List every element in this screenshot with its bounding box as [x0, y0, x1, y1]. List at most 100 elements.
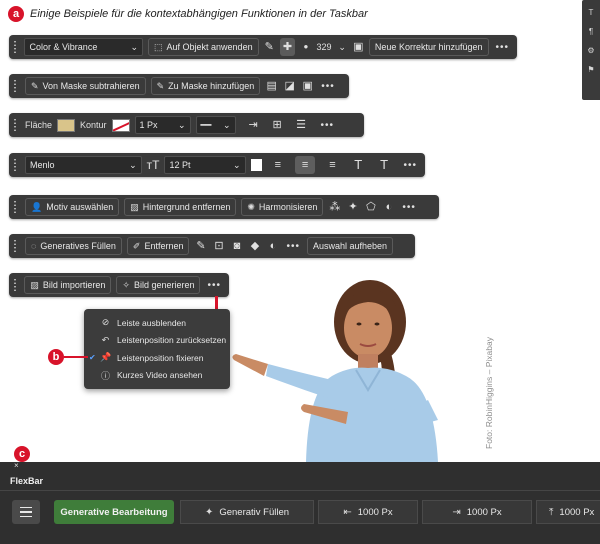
expand-right-button[interactable]: ⇥ 1000 Px — [422, 500, 532, 524]
menu-item-hide-bar[interactable]: ⊘ Leiste ausblenden — [84, 314, 230, 332]
more-options-icon[interactable]: ••• — [284, 241, 302, 252]
expand-left-value: 1000 Px — [357, 506, 393, 518]
more-options-icon[interactable]: ••• — [319, 81, 337, 92]
arrow-right-bracket-icon: ⇥ — [452, 506, 461, 518]
more-options-icon[interactable]: ••• — [205, 280, 223, 291]
stroke-width-value: 1 Px — [139, 120, 158, 130]
expand-top-button[interactable]: ⤒ 1000 Px — [536, 500, 600, 524]
adjustment-icon[interactable]: ◐ — [266, 237, 279, 255]
stroke-color-swatch[interactable] — [111, 118, 130, 132]
generative-fill-button[interactable]: ✦ Generativ Füllen — [180, 500, 314, 524]
deselect-button[interactable]: Auswahl aufheben — [307, 237, 394, 255]
new-correction-button[interactable]: Neue Korrektur hinzufügen — [368, 38, 489, 56]
adjustment-dropdown[interactable]: Color & Vibrance ⌄ — [24, 38, 143, 56]
stroke-style-dropdown[interactable]: ━━ ⌄ — [195, 116, 236, 134]
drag-handle[interactable] — [13, 200, 17, 214]
generative-fill-icon: ◌ — [31, 241, 37, 251]
menu-item-label: Kurzes Video ansehen — [117, 370, 203, 381]
more-options-icon[interactable]: ••• — [402, 160, 420, 171]
adjustment-icon[interactable]: ◐ — [382, 198, 395, 216]
brush-icon[interactable]: ✎ — [264, 38, 275, 56]
sparkle-icon[interactable]: ✦ — [346, 198, 359, 216]
add-shape-icon[interactable]: ⊞ — [271, 116, 284, 134]
eraser-icon: ✐ — [132, 240, 141, 251]
close-icon[interactable]: × — [14, 461, 19, 470]
drag-handle[interactable] — [13, 158, 17, 172]
brush-icon[interactable]: ✎ — [194, 237, 207, 255]
select-subject-button[interactable]: 👤 Motiv auswählen — [25, 198, 120, 216]
invert-mask-icon[interactable]: ◪ — [283, 77, 296, 95]
settings-icon[interactable]: ⚙ — [587, 46, 594, 55]
flexbar-row: Generative Bearbeitung ✦ Generativ Fülle… — [12, 500, 600, 524]
paragraph-icon[interactable]: ¶ — [589, 27, 593, 36]
new-correction-label: Neue Korrektur hinzufügen — [374, 42, 483, 52]
import-image-label: Bild importieren — [42, 280, 106, 290]
expand-icon[interactable]: ⊡ — [212, 237, 225, 255]
align-icon[interactable]: ⇥ — [247, 116, 260, 134]
hamburger-menu-button[interactable] — [12, 500, 40, 524]
mask-options-icon[interactable]: ▣ — [301, 77, 314, 95]
menu-item-watch-video[interactable]: ⓘ Kurzes Video ansehen — [84, 367, 230, 385]
align-right-icon[interactable]: ≡ — [326, 156, 339, 174]
drag-handle[interactable] — [13, 40, 17, 54]
mask-icon[interactable]: ◙ — [230, 237, 243, 255]
import-image-icon: ▨ — [30, 279, 39, 290]
text-options-icon[interactable]: T — [378, 156, 391, 174]
image-icon: ▨ — [130, 201, 139, 212]
text-warp-icon[interactable]: T — [352, 156, 365, 174]
people-icon[interactable]: ⁂ — [328, 198, 341, 216]
chevron-down-icon[interactable]: ⌄ — [337, 38, 348, 56]
apply-to-object-button[interactable]: ⬚ Auf Objekt anwenden — [148, 38, 259, 56]
align-left-icon[interactable]: ≡ — [271, 156, 284, 174]
shape-settings-icon[interactable]: ☰ — [295, 116, 308, 134]
remove-background-button[interactable]: ▨ Hintergrund entfernen — [124, 198, 237, 216]
deselect-label: Auswahl aufheben — [313, 241, 388, 251]
reset-icon: ↶ — [101, 334, 110, 345]
arrow-left-bracket-icon: ⇤ — [343, 506, 352, 518]
drag-handle[interactable] — [13, 118, 17, 132]
add-to-mask-button[interactable]: ✎ Zu Maske hinzufügen — [150, 77, 261, 95]
transform-icon[interactable]: ⬠ — [364, 198, 377, 216]
drag-handle[interactable] — [13, 278, 17, 292]
generative-edit-button[interactable]: Generative Bearbeitung — [54, 500, 174, 524]
stroke-width-dropdown[interactable]: 1 Px ⌄ — [134, 116, 191, 134]
generative-fill-button[interactable]: ◌ Generatives Füllen — [25, 237, 122, 255]
font-size-dropdown[interactable]: 12 Pt ⌄ — [164, 156, 246, 174]
text-color-swatch[interactable] — [250, 159, 263, 171]
brush-dot-icon[interactable]: ● — [300, 38, 311, 56]
apply-to-object-label: Auf Objekt anwenden — [166, 42, 253, 52]
checkmark-icon: ✔ — [89, 353, 96, 363]
remove-button[interactable]: ✐ Entfernen — [126, 237, 190, 255]
brush-plus-icon: ✎ — [156, 80, 165, 91]
mask-settings-icon[interactable]: ▤ — [265, 77, 278, 95]
harmonize-button[interactable]: ✺ Harmonisieren — [241, 198, 324, 216]
flag-icon[interactable]: ⚑ — [587, 65, 594, 74]
fill-bucket-icon[interactable]: ◆ — [248, 237, 261, 255]
arrow-up-bracket-icon: ⤒ — [549, 506, 554, 518]
align-center-icon[interactable]: ≡ — [295, 156, 315, 174]
taskbar-options-menu: ⊘ Leiste ausblenden ↶ Leistenposition zu… — [84, 309, 230, 389]
line-style-icon: ━━ — [200, 119, 212, 130]
harmonize-label: Harmonisieren — [258, 202, 318, 212]
expand-left-button[interactable]: ⇤ 1000 Px — [318, 500, 418, 524]
type-tool-icon[interactable]: T — [589, 8, 594, 17]
import-image-button[interactable]: ▨ Bild importieren — [24, 276, 112, 294]
fill-color-swatch[interactable] — [57, 118, 76, 132]
mask-refine-icon[interactable]: ▣ — [353, 38, 364, 56]
font-family-dropdown[interactable]: Menlo ⌄ — [24, 156, 142, 174]
menu-item-reset-position[interactable]: ↶ Leistenposition zurücksetzen — [84, 332, 230, 350]
more-options-icon[interactable]: ••• — [494, 42, 512, 53]
subtract-from-mask-button[interactable]: ✎ Von Maske subtrahieren — [25, 77, 146, 95]
generate-image-button[interactable]: ✧ Bild generieren — [116, 276, 201, 294]
generative-fill-label: Generatives Füllen — [40, 241, 116, 251]
brush-add-icon[interactable]: ✚ — [279, 38, 296, 56]
drag-handle[interactable] — [13, 79, 17, 93]
page-heading: Einige Beispiele für die kontextabhängig… — [30, 8, 368, 20]
brush-size-value[interactable]: 329 — [316, 42, 331, 52]
hamburger-line — [20, 506, 32, 509]
menu-item-pin-position[interactable]: ✔ 📌 Leistenposition fixieren — [84, 349, 230, 367]
more-options-icon[interactable]: ••• — [319, 120, 337, 131]
more-options-icon[interactable]: ••• — [400, 202, 418, 213]
drag-handle[interactable] — [13, 239, 17, 253]
taskbar-type: Menlo ⌄ ᴛT 12 Pt ⌄ ≡ ≡ ≡ T T ••• — [9, 153, 425, 177]
